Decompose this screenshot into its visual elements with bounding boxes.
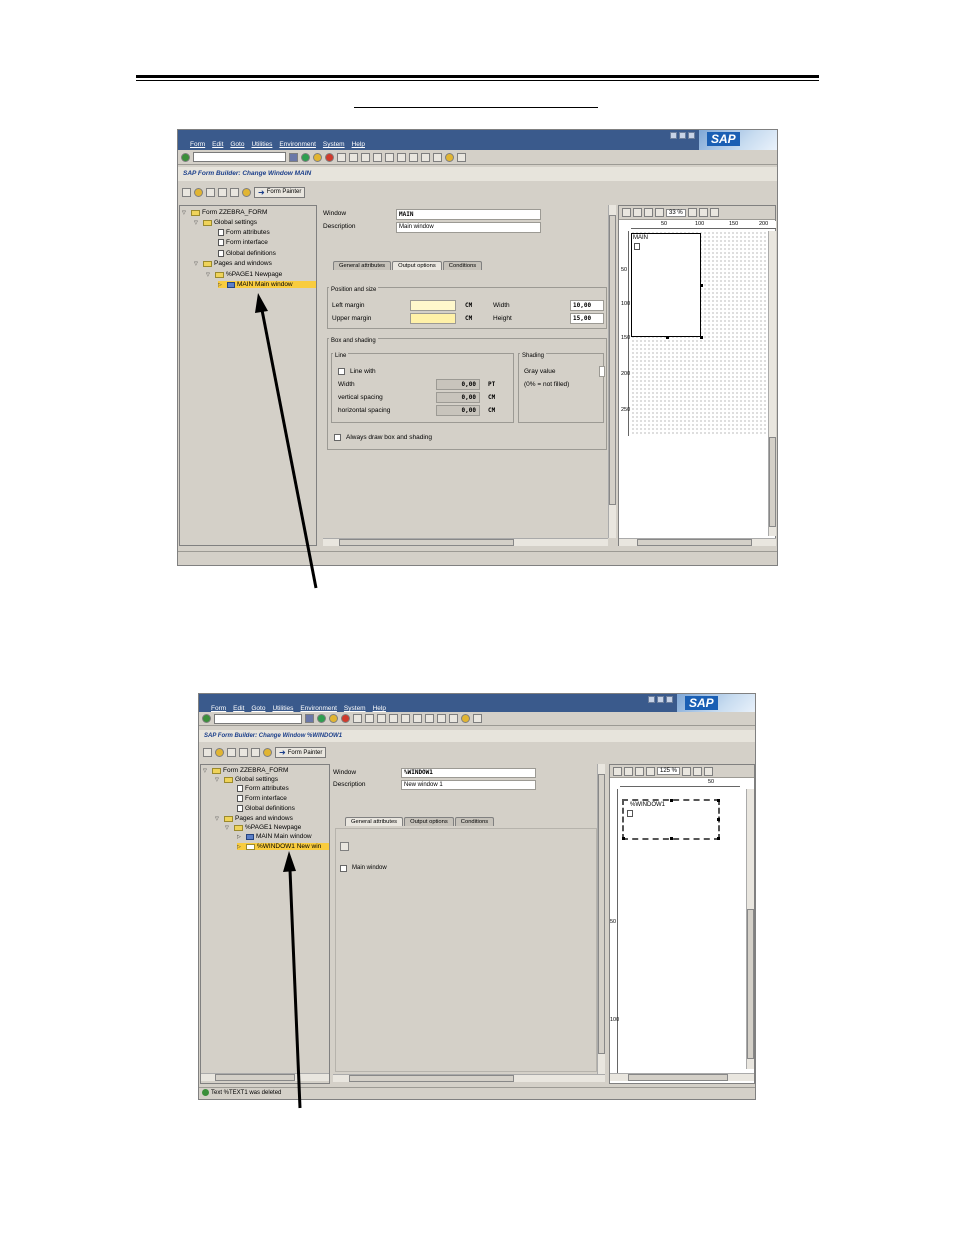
pointer-arrow-2: [283, 851, 302, 1109]
